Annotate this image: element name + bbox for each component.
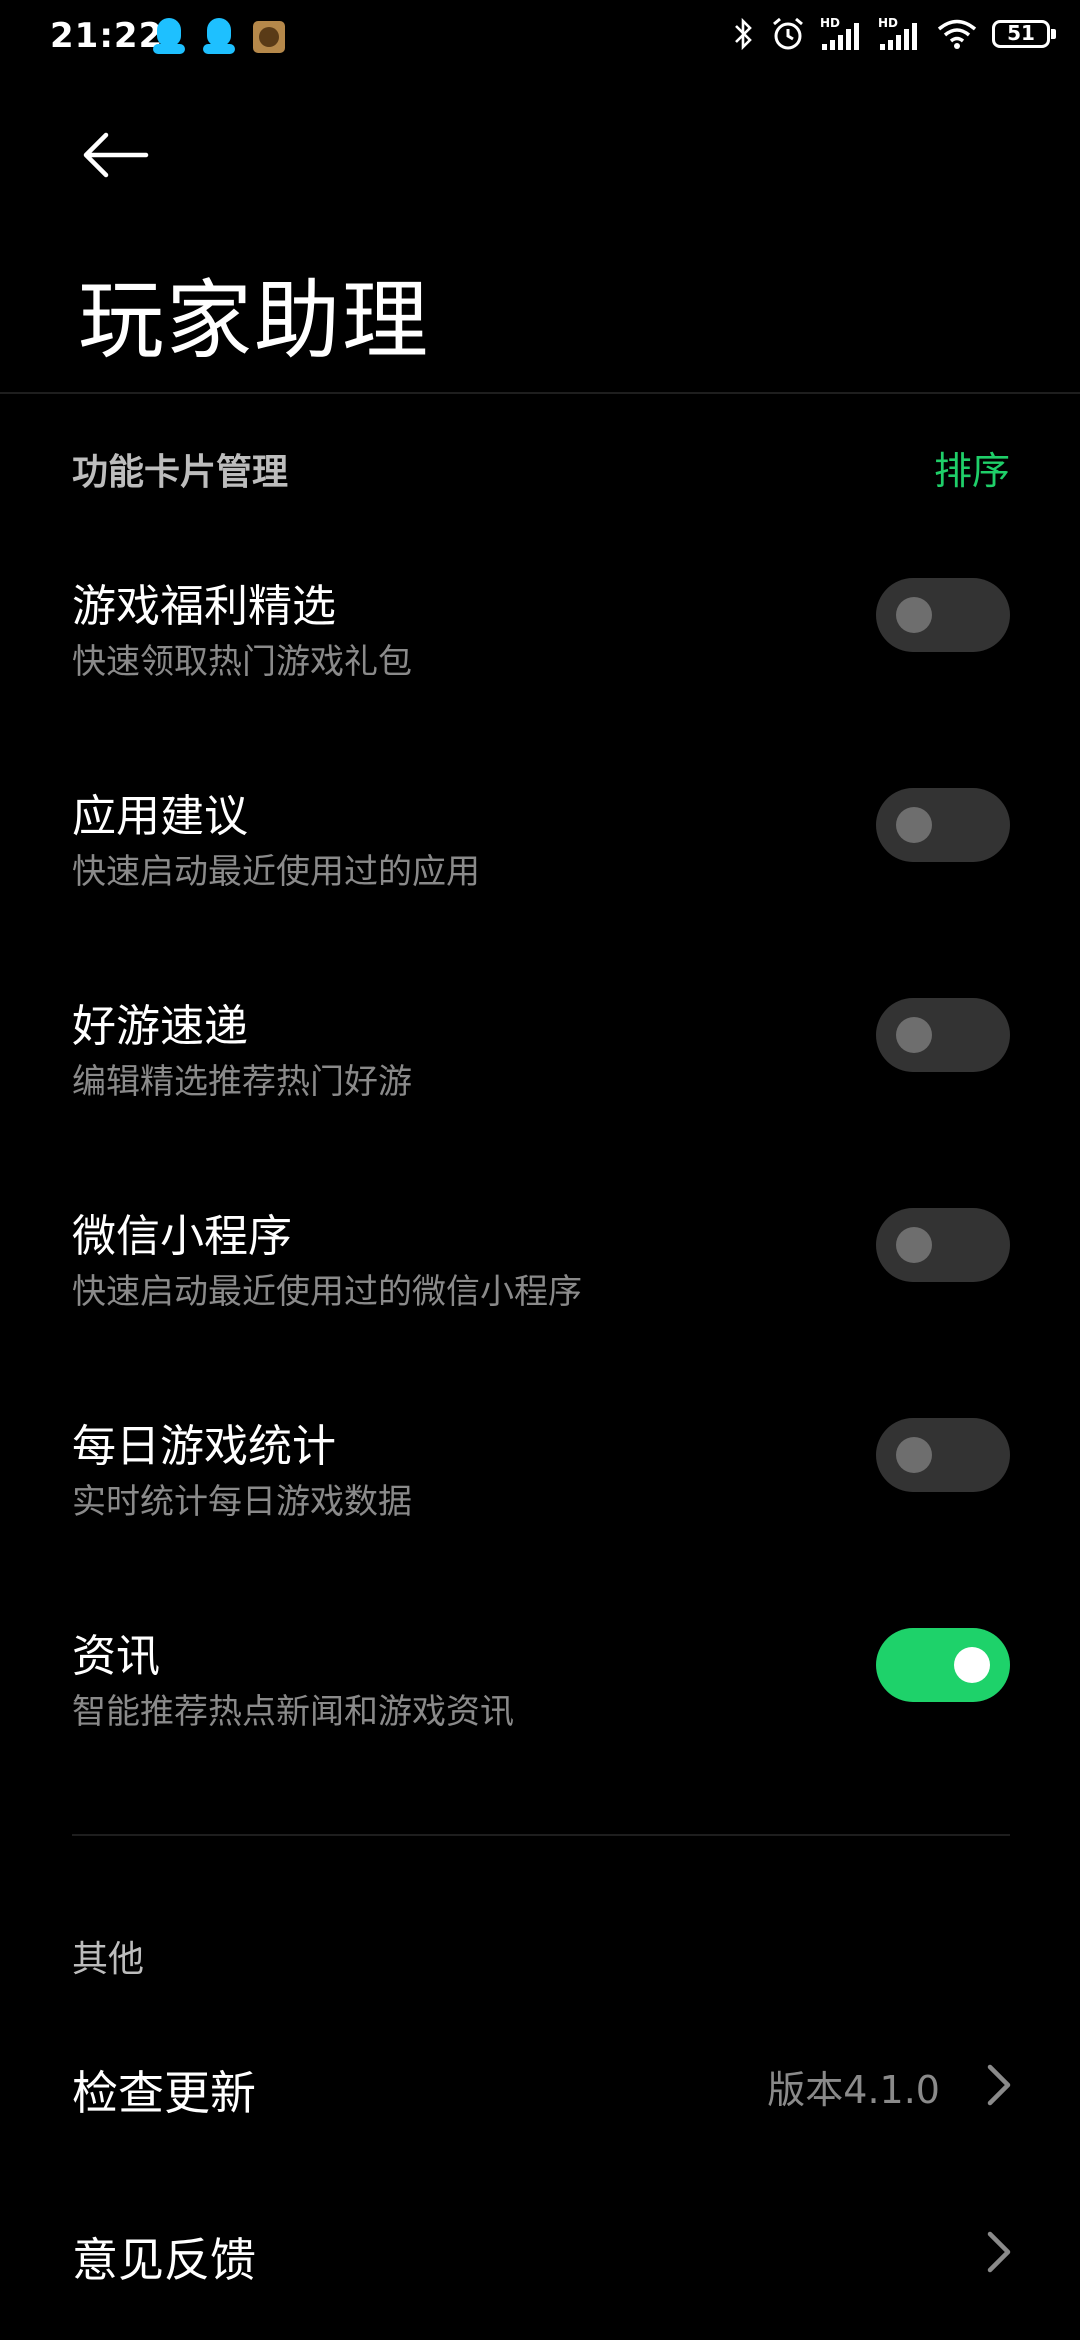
qq-icon bbox=[203, 18, 235, 56]
setting-description: 快速领取热门游戏礼包 bbox=[72, 642, 412, 682]
toggle-knob bbox=[896, 807, 932, 843]
toggle-switch[interactable] bbox=[876, 1418, 1010, 1492]
setting-row-news[interactable]: 资讯 智能推荐热点新闻和游戏资讯 bbox=[0, 1620, 1080, 1800]
toggle-knob bbox=[954, 1647, 990, 1683]
setting-row-daily-stats[interactable]: 每日游戏统计 实时统计每日游戏数据 bbox=[0, 1410, 1080, 1590]
svg-text:HD: HD bbox=[820, 16, 840, 30]
notification-icons bbox=[153, 18, 285, 56]
setting-row-game-benefits[interactable]: 游戏福利精选 快速领取热门游戏礼包 bbox=[0, 570, 1080, 750]
setting-row-game-express[interactable]: 好游速递 编辑精选推荐热门好游 bbox=[0, 990, 1080, 1170]
toggle-switch[interactable] bbox=[876, 578, 1010, 652]
hd-signal-icon: HD bbox=[820, 16, 859, 50]
chevron-right-icon bbox=[987, 2231, 1011, 2273]
toggle-switch[interactable] bbox=[876, 788, 1010, 862]
setting-label: 资讯 bbox=[72, 1631, 160, 1682]
toggle-knob bbox=[896, 597, 932, 633]
setting-description: 快速启动最近使用过的应用 bbox=[72, 852, 480, 892]
setting-label: 游戏福利精选 bbox=[72, 581, 336, 632]
header-divider bbox=[0, 392, 1080, 394]
wifi-icon bbox=[937, 19, 977, 49]
nav-label: 检查更新 bbox=[72, 2066, 256, 2120]
toggle-switch[interactable] bbox=[876, 998, 1010, 1072]
setting-label: 好游速递 bbox=[72, 1001, 248, 1052]
bluetooth-icon bbox=[735, 17, 752, 51]
check-update-row[interactable]: 检查更新 版本4.1.0 bbox=[0, 2035, 1080, 2135]
page-title: 玩家助理 bbox=[78, 271, 430, 371]
hd-signal-icon: HD bbox=[878, 16, 917, 50]
section-title-other: 其他 bbox=[72, 1939, 145, 1980]
toggle-switch[interactable] bbox=[876, 1628, 1010, 1702]
section-divider bbox=[72, 1834, 1010, 1836]
game-notification-icon bbox=[253, 21, 285, 53]
setting-label: 每日游戏统计 bbox=[72, 1421, 336, 1472]
setting-description: 快速启动最近使用过的微信小程序 bbox=[72, 1272, 582, 1312]
setting-label: 微信小程序 bbox=[72, 1211, 292, 1262]
qq-icon bbox=[153, 18, 185, 56]
alarm-icon bbox=[773, 17, 803, 50]
nav-label: 意见反馈 bbox=[72, 2233, 256, 2287]
status-time: 21:22 bbox=[50, 16, 164, 56]
chevron-right-icon bbox=[987, 2064, 1011, 2106]
setting-label: 应用建议 bbox=[72, 791, 248, 842]
feedback-row[interactable]: 意见反馈 bbox=[0, 2202, 1080, 2302]
setting-description: 智能推荐热点新闻和游戏资讯 bbox=[72, 1692, 514, 1732]
setting-row-app-suggestions[interactable]: 应用建议 快速启动最近使用过的应用 bbox=[0, 780, 1080, 960]
sort-button[interactable]: 排序 bbox=[934, 440, 1010, 495]
setting-description: 实时统计每日游戏数据 bbox=[72, 1482, 412, 1522]
back-arrow-icon[interactable] bbox=[82, 130, 150, 180]
toggle-switch[interactable] bbox=[876, 1208, 1010, 1282]
version-text: 版本4.1.0 bbox=[767, 2068, 940, 2112]
setting-description: 编辑精选推荐热门好游 bbox=[72, 1062, 412, 1102]
svg-text:HD: HD bbox=[878, 16, 898, 30]
system-icons: HD HD 51 bbox=[732, 16, 1056, 52]
battery-level: 51 bbox=[1007, 21, 1035, 45]
status-bar: 21:22 HD HD 51 bbox=[0, 0, 1080, 80]
toggle-knob bbox=[896, 1437, 932, 1473]
toggle-knob bbox=[896, 1227, 932, 1263]
setting-row-wechat-mini-programs[interactable]: 微信小程序 快速启动最近使用过的微信小程序 bbox=[0, 1200, 1080, 1380]
battery-icon: 51 bbox=[992, 20, 1056, 48]
section-title-cards: 功能卡片管理 bbox=[72, 452, 289, 493]
toggle-knob bbox=[896, 1017, 932, 1053]
